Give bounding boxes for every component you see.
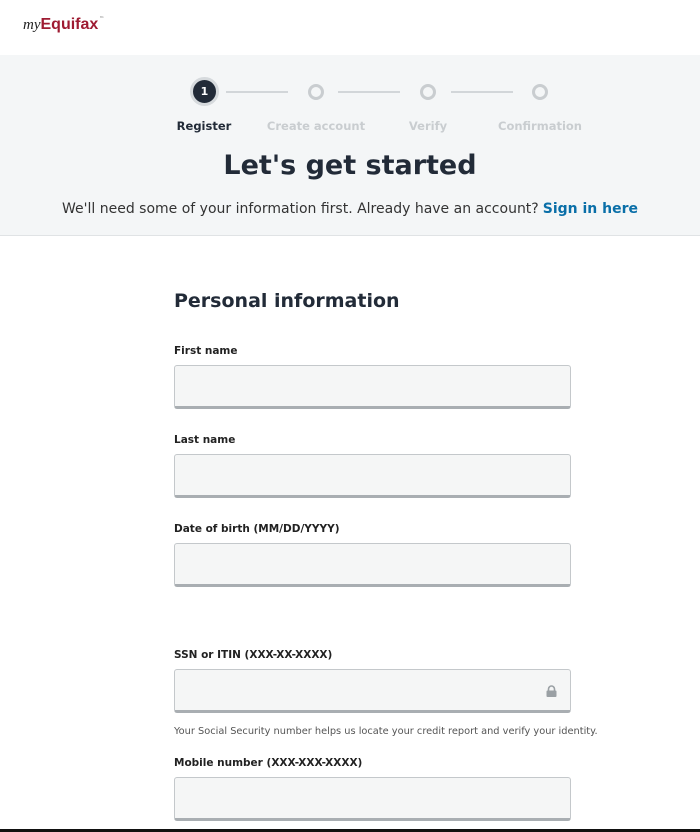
last-name-label: Last name: [174, 434, 236, 446]
page-title: Let's get started: [223, 150, 477, 181]
subtitle: We'll need some of your information firs…: [62, 201, 638, 217]
step-connector: [338, 91, 400, 93]
ssn-hint: Your Social Security number helps us loc…: [174, 726, 598, 737]
mobile-label: Mobile number (XXX-XXX-XXXX): [174, 757, 363, 769]
mobile-field[interactable]: [174, 777, 571, 821]
dob-field[interactable]: [174, 543, 571, 587]
first-name-field[interactable]: [174, 365, 571, 409]
step-label-create-account: Create account: [266, 119, 366, 133]
step-connector: [451, 91, 513, 93]
dob-label: Date of birth (MM/DD/YYYY): [174, 523, 340, 535]
ssn-field[interactable]: [174, 669, 571, 713]
step-label-confirmation: Confirmation: [498, 119, 582, 133]
ssn-input[interactable]: [175, 670, 570, 710]
step-label-register: Register: [176, 119, 232, 133]
sign-in-link[interactable]: Sign in here: [543, 201, 638, 217]
step-4-indicator: [532, 84, 548, 100]
mobile-input[interactable]: [175, 778, 570, 818]
section-title: Personal information: [174, 290, 400, 312]
dob-input[interactable]: [175, 544, 570, 584]
first-name-label: First name: [174, 345, 238, 357]
step-label-verify: Verify: [408, 119, 448, 133]
lock-icon: [546, 685, 557, 697]
step-connector: [226, 91, 288, 93]
last-name-field[interactable]: [174, 454, 571, 498]
step-2-indicator: [308, 84, 324, 100]
last-name-input[interactable]: [175, 455, 570, 495]
header-banner: 1 Register Create account Verify Confirm…: [0, 55, 700, 236]
step-3-indicator: [420, 84, 436, 100]
first-name-input[interactable]: [175, 366, 570, 406]
ssn-label: SSN or ITIN (XXX-XX-XXXX): [174, 649, 333, 661]
step-1-indicator: 1: [190, 77, 219, 106]
myequifax-logo[interactable]: my Equifax ™: [23, 16, 104, 34]
